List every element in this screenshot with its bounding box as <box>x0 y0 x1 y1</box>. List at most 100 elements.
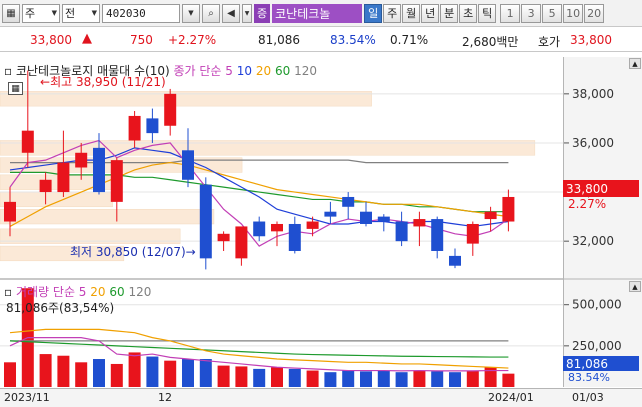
x-axis-label-dec: 12 <box>158 391 172 404</box>
legend-square-icon: ▫ <box>4 285 13 299</box>
ask-price: 33,800 <box>570 33 612 47</box>
period-tab-2[interactable]: 월 <box>402 3 421 23</box>
volume-chart[interactable]: ▫ 거래량 단순 5 20 60 120 81,086주(83,54%) <box>0 280 563 387</box>
price-chart[interactable]: ▫ 코난테크놀로지 매물대 수(10) 종가 단순 5 10 20 60 120… <box>0 57 563 278</box>
volume-ma60-legend: 60 <box>109 285 125 299</box>
low-price-text: 최저 30,850 (12/07) <box>70 245 186 259</box>
volume-ma120-legend: 120 <box>128 285 152 299</box>
candle-body <box>146 118 159 134</box>
volume-bar <box>288 368 301 387</box>
volume-bar <box>4 362 16 387</box>
volume-bar <box>93 359 105 387</box>
volume-bar <box>182 359 194 387</box>
last-volume-tag: 81,086 <box>563 356 639 371</box>
dropdown-small-icon[interactable]: ▼ <box>242 3 252 23</box>
calculator-icon[interactable]: ▦ <box>8 82 23 95</box>
type-select[interactable]: 전 ▼ <box>62 3 100 23</box>
candle-body <box>93 147 105 193</box>
candle-body <box>449 255 461 266</box>
candle-body <box>75 152 88 168</box>
volume-bar <box>128 352 141 387</box>
market-select-value: 주 <box>25 7 36 20</box>
volume-bar <box>342 370 355 387</box>
candle-body <box>431 219 444 251</box>
candle-body <box>306 221 319 229</box>
candle-body <box>199 184 212 259</box>
scroll-up-icon-volume[interactable]: ▲ <box>629 281 641 292</box>
high-price-label: ←최고 38,950 (11/21) <box>40 75 166 89</box>
candle-body <box>21 130 34 153</box>
interval-button-10[interactable]: 10 <box>563 3 584 23</box>
candle-body <box>235 226 248 259</box>
volume-bar <box>39 354 52 387</box>
volume-ratio: 83.54% <box>330 33 376 47</box>
candle-body <box>271 223 283 232</box>
x-axis-label-nov: 2023/11 <box>4 391 50 404</box>
volume-bar <box>449 372 461 387</box>
toolbar: ▦ 주 ▼ 전 ▼ 402030 ▼ ⌕ ◀ ▼ 증 코난테크놀 일주월년분초틱 1… <box>0 0 642 27</box>
legend-square-icon: ▫ <box>4 64 13 78</box>
candle-body <box>39 179 52 193</box>
volume-bar <box>377 370 390 387</box>
interval-button-5[interactable]: 5 <box>542 3 563 23</box>
volume-bar <box>324 372 337 387</box>
volume-ma60-line <box>9 340 509 358</box>
volume-bar <box>146 356 159 387</box>
ma20-legend-label: 20 <box>255 64 272 78</box>
volume-value: 81,086 <box>258 33 300 47</box>
quote-bar: 33,800 ▲ 750 +2.27% 81,086 83.54% 0.71% … <box>0 28 642 52</box>
period-tab-3[interactable]: 년 <box>421 3 440 23</box>
x-axis: 2023/11 12 2024/01 01/03 <box>0 388 642 407</box>
market-select[interactable]: 주 ▼ <box>22 3 60 23</box>
turnover-rate: 0.71% <box>390 33 429 47</box>
search-icon[interactable]: ⌕ <box>202 3 220 23</box>
stock-code-input[interactable]: 402030 <box>102 3 180 23</box>
volume-profile-bar <box>0 191 113 208</box>
volume-bar <box>431 371 444 387</box>
interval-button-20[interactable]: 20 <box>584 3 605 23</box>
current-price: 33,800 <box>30 33 72 47</box>
volume-bar <box>235 366 248 387</box>
period-tab-6[interactable]: 틱 <box>478 3 497 23</box>
ma120-legend-label: 120 <box>294 64 317 78</box>
ma5-legend-label: 종가 단순 5 <box>173 64 233 78</box>
candle-body <box>413 219 426 227</box>
grid-menu-icon[interactable]: ▦ <box>2 3 20 23</box>
volume-bar <box>413 370 426 387</box>
dropdown-icon[interactable]: ▼ <box>182 3 200 23</box>
interval-button-1[interactable]: 1 <box>500 3 521 23</box>
volume-bar <box>57 355 70 387</box>
x-axis-current-date: 01/03 <box>572 391 604 404</box>
candle-body <box>360 211 372 224</box>
scroll-up-icon[interactable]: ▲ <box>629 58 641 69</box>
low-price-label: 최저 30,850 (12/07)→ <box>70 245 196 259</box>
last-change-tag: 2.27% <box>568 197 607 211</box>
candle-body <box>342 196 355 207</box>
speaker-icon[interactable]: ◀ <box>222 3 240 23</box>
chevron-down-icon: ▼ <box>51 9 57 17</box>
volume-bar <box>502 373 515 387</box>
period-tab-5[interactable]: 초 <box>459 3 478 23</box>
last-volume-pct: 83.54% <box>568 371 610 384</box>
candle-body <box>217 233 230 242</box>
period-tabs: 일주월년분초틱 <box>364 3 497 23</box>
volume-bar <box>253 368 266 387</box>
candle-body <box>324 211 337 217</box>
volume-tick-label: 500,000 <box>572 298 622 312</box>
period-tab-4[interactable]: 분 <box>440 3 459 23</box>
type-select-value: 전 <box>65 7 76 20</box>
ma10-legend-label: 10 <box>236 64 253 78</box>
right-axis: 38,00036,00034,00032,000500,000250,000 <box>563 57 642 387</box>
candle-body <box>128 115 141 141</box>
candle-body <box>182 150 194 180</box>
period-tab-1[interactable]: 주 <box>383 3 402 23</box>
interval-buttons: 1 3 5 10 20 <box>500 3 605 23</box>
stock-badge: 증 <box>254 3 271 23</box>
interval-button-3[interactable]: 3 <box>521 3 542 23</box>
trade-amount: 2,680백만 <box>462 35 519 49</box>
period-tab-0[interactable]: 일 <box>364 3 383 23</box>
volume-bar <box>395 372 408 387</box>
candle-body <box>484 211 497 220</box>
candle-body <box>377 216 390 222</box>
volume-ma5-legend: 거래량 단순 5 <box>15 285 87 299</box>
